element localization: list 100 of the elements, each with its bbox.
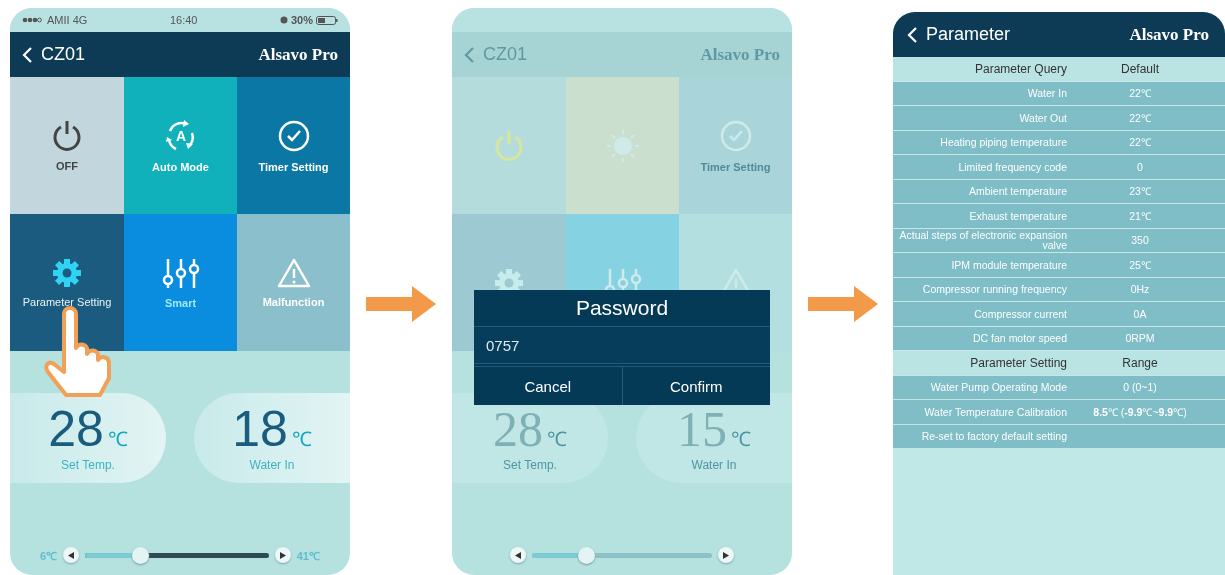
min-temp-label: 6℃ xyxy=(40,548,58,563)
parameter-name: Compressor running frequency xyxy=(921,284,1068,295)
temperature-label: Water In xyxy=(691,458,737,472)
alert-tile[interactable]: Malfunction xyxy=(237,214,350,351)
confirm-button[interactable]: Confirm xyxy=(621,367,770,405)
parameter-value: 0Hz xyxy=(1129,283,1151,296)
power-icon xyxy=(494,129,524,162)
brand-name: Alsavo Pro xyxy=(258,44,338,65)
parameter-row[interactable]: Re-set to factory default setting xyxy=(893,424,1225,449)
parameter-name: Water Temperature Calibration xyxy=(923,406,1068,417)
parameter-name: Ambient temperature xyxy=(967,186,1068,197)
battery-icon xyxy=(316,15,338,25)
temperature-value: 18 xyxy=(232,404,288,454)
parameter-row[interactable]: Limited frequency code 0 xyxy=(893,155,1225,180)
parameter-row[interactable]: Water In 22℃ xyxy=(893,81,1225,106)
warning-icon xyxy=(276,257,311,288)
carrier-text: AMII 4G xyxy=(47,14,88,26)
password-field[interactable]: 0757 xyxy=(474,327,770,364)
parameter-value: 0 (0~1) xyxy=(1122,381,1158,394)
parameter-row[interactable]: Actual steps of electronic expansion valve 350 xyxy=(893,228,1225,253)
parameter-value: 21℃ xyxy=(1128,208,1152,223)
screen-title: CZ01 xyxy=(483,44,527,65)
parameter-value: 0A xyxy=(1132,307,1148,320)
section-title: Parameter Setting xyxy=(969,356,1068,369)
battery-percent: 30% xyxy=(290,14,313,26)
temperature-unit: ℃ xyxy=(107,427,128,452)
arrow-icon xyxy=(366,286,436,322)
parameter-name: IPM module temperature xyxy=(950,259,1068,270)
sliders-icon xyxy=(161,256,200,289)
clock-icon xyxy=(276,118,311,153)
temperature-unit: ℃ xyxy=(291,427,312,452)
parameter-name: Water In xyxy=(1026,88,1068,99)
parameter-row[interactable]: Compressor running frequency 0Hz xyxy=(893,277,1225,302)
parameter-name: Limited frequency code xyxy=(957,161,1068,172)
parameter-name: Compressor current xyxy=(973,308,1068,319)
right-triangle-icon xyxy=(279,551,286,559)
parameter-name: Actual steps of electronic expansion valve xyxy=(898,229,1068,251)
decrease-button[interactable] xyxy=(63,547,80,563)
left-triangle-icon xyxy=(515,551,521,559)
power-tile[interactable]: OFF xyxy=(10,77,124,214)
parameter-value: 8.5℃ (-9.9℃~9.9℃) xyxy=(1092,404,1188,419)
cancel-button[interactable]: Cancel xyxy=(474,367,622,405)
temperature-label: Set Temp. xyxy=(61,458,115,472)
left-triangle-icon xyxy=(68,551,75,559)
brand-name: Alsavo Pro xyxy=(700,44,780,65)
screen-title: Parameter xyxy=(926,24,1011,45)
smart-tile[interactable]: Smart xyxy=(124,214,237,351)
timer-tile[interactable]: Timer Setting xyxy=(237,77,350,214)
column-heading: Default xyxy=(1120,61,1160,76)
slider-thumb[interactable] xyxy=(578,546,595,564)
parameter-name: Heating piping temperature xyxy=(939,137,1068,148)
parameter-value: 22℃ xyxy=(1128,110,1152,125)
settings-icon xyxy=(52,257,82,288)
right-triangle-icon xyxy=(723,551,729,559)
parameter-name: Water Pump Operating Mode xyxy=(929,382,1068,393)
parameter-row[interactable]: Water Pump Operating Mode 0 (0~1) xyxy=(893,375,1225,400)
parameter-name: Exhaust temperature xyxy=(968,210,1068,221)
sun-icon xyxy=(605,128,640,163)
max-temp-label: 41℃ xyxy=(296,548,320,563)
arrow-icon xyxy=(807,286,878,322)
clock-icon xyxy=(718,118,753,153)
parameter-value: 0RPM xyxy=(1124,332,1156,345)
parameter-row[interactable]: Compressor current 0A xyxy=(893,302,1225,327)
temperature-unit: ℃ xyxy=(731,427,751,452)
temperature-unit: ℃ xyxy=(547,427,567,452)
parameter-row[interactable]: DC fan motor speed 0RPM xyxy=(893,326,1225,351)
sun-tile[interactable] xyxy=(566,77,679,214)
parameter-row[interactable]: Water Out 22℃ xyxy=(893,106,1225,131)
parameter-name: DC fan motor speed xyxy=(972,333,1068,344)
auto-tile[interactable]: A Auto Mode xyxy=(124,77,237,214)
power-tile[interactable] xyxy=(452,77,566,214)
slider-thumb[interactable] xyxy=(132,546,150,564)
parameter-value: 350 xyxy=(1130,234,1150,247)
settings-tile[interactable]: Parameter Setting xyxy=(10,214,124,351)
increase-button[interactable] xyxy=(718,547,734,563)
parameter-row[interactable]: Water Temperature Calibration 8.5℃ (-9.9℃~9.9℃) xyxy=(893,400,1225,425)
alarm-icon xyxy=(279,16,288,24)
signal-icon xyxy=(22,17,44,23)
section-title: Parameter Query xyxy=(973,62,1068,75)
parameter-row[interactable]: Exhaust temperature 21℃ xyxy=(893,204,1225,229)
parameter-value: 22℃ xyxy=(1128,86,1152,101)
column-heading: Range xyxy=(1121,355,1159,370)
status-time: 16:40 xyxy=(169,14,198,26)
parameter-value: 22℃ xyxy=(1128,135,1152,150)
timer-tile[interactable]: Timer Setting xyxy=(679,77,792,214)
parameter-row[interactable]: Ambient temperature 23℃ xyxy=(893,179,1225,204)
temperature-value: 28 xyxy=(48,404,104,454)
parameter-name: Re-set to factory default setting xyxy=(920,431,1068,442)
parameter-row[interactable]: IPM module temperature 25℃ xyxy=(893,253,1225,278)
parameter-name: Water Out xyxy=(1018,112,1068,123)
increase-button[interactable] xyxy=(274,547,291,563)
temperature-value: 15 xyxy=(677,404,727,454)
temperature-label: Set Temp. xyxy=(503,458,557,472)
decrease-button[interactable] xyxy=(510,547,526,563)
parameter-value: 23℃ xyxy=(1128,184,1152,199)
temperature-value: 28 xyxy=(493,404,543,454)
brand-name: Alsavo Pro xyxy=(1129,24,1209,45)
parameter-value: 25℃ xyxy=(1128,257,1152,272)
temperature-label: Water In xyxy=(249,458,295,472)
parameter-row[interactable]: Heating piping temperature 22℃ xyxy=(893,130,1225,155)
